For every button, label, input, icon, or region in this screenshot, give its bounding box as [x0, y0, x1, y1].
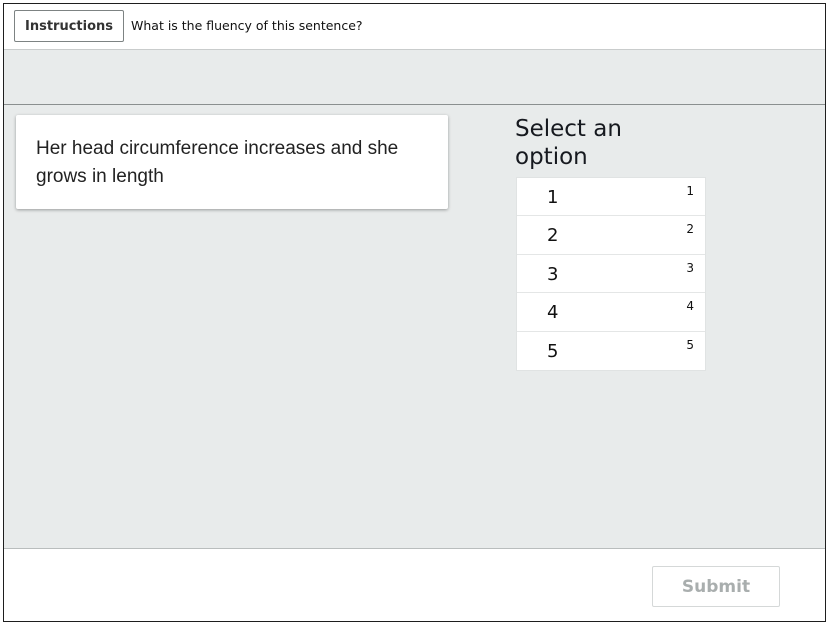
option-shortcut-key: 3	[686, 260, 694, 275]
footer-bar: Submit	[4, 549, 825, 621]
top-bar: Instructions What is the fluency of this…	[4, 4, 825, 50]
option-shortcut-key: 4	[686, 299, 694, 314]
option-shortcut-key: 1	[686, 184, 694, 198]
option-2[interactable]: 2 2	[517, 216, 705, 255]
option-shortcut-key: 2	[686, 222, 694, 237]
option-label: 4	[547, 302, 559, 324]
option-4[interactable]: 4 4	[517, 293, 705, 332]
question-text: What is the fluency of this sentence?	[131, 18, 363, 33]
option-label: 3	[547, 263, 559, 285]
option-3[interactable]: 3 3	[517, 255, 705, 294]
option-5[interactable]: 5 5	[517, 332, 705, 370]
header-banner	[4, 50, 825, 105]
options-title: Select an option	[515, 116, 622, 170]
option-label: 1	[547, 187, 559, 208]
option-shortcut-key: 5	[686, 337, 694, 352]
instructions-button[interactable]: Instructions	[14, 10, 125, 42]
submit-button[interactable]: Submit	[652, 566, 780, 607]
task-frame: Instructions What is the fluency of this…	[3, 3, 826, 622]
task-workspace: Her head circumference increases and she…	[4, 105, 825, 549]
option-label: 5	[547, 340, 559, 362]
options-list: 1 1 2 2 3 3 4 4 5 5	[516, 177, 706, 371]
option-1[interactable]: 1 1	[517, 178, 705, 217]
sentence-text: Her head circumference increases and she…	[36, 138, 399, 187]
sentence-card: Her head circumference increases and she…	[16, 115, 448, 209]
option-label: 2	[547, 225, 559, 247]
